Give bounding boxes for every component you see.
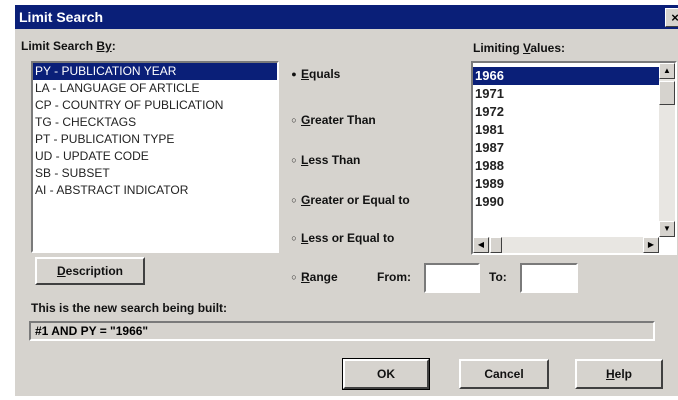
search-built-label: This is the new search being built: bbox=[31, 301, 228, 315]
field-list[interactable]: PY - PUBLICATION YEAR LA - LANGUAGE OF AR… bbox=[31, 61, 279, 253]
value-list-item[interactable]: 1972 bbox=[473, 103, 659, 121]
arrow-up-icon: ▲ bbox=[663, 66, 671, 75]
range-from-input[interactable] bbox=[424, 263, 480, 293]
scroll-right-button[interactable]: ▶ bbox=[643, 237, 659, 253]
to-label: To: bbox=[489, 270, 507, 284]
field-list-item[interactable]: PT - PUBLICATION TYPE bbox=[33, 131, 277, 148]
field-list-item[interactable]: UD - UPDATE CODE bbox=[33, 148, 277, 165]
cancel-button[interactable]: Cancel bbox=[459, 359, 549, 389]
vertical-scrollbar[interactable]: ▲ ▼ bbox=[659, 63, 675, 237]
value-list-item[interactable]: 1990 bbox=[473, 193, 659, 211]
field-list-item[interactable]: TG - CHECKTAGS bbox=[33, 114, 277, 131]
scroll-left-button[interactable]: ◀ bbox=[473, 237, 489, 253]
values-list[interactable]: 1966 1971 1972 1981 1987 1988 1989 1990 bbox=[473, 67, 659, 237]
radio-less-or-equal[interactable]: ○ Less or Equal to bbox=[290, 231, 394, 245]
radio-indicator: ○ bbox=[291, 155, 297, 165]
arrow-down-icon: ▼ bbox=[663, 224, 671, 233]
close-button[interactable]: × bbox=[665, 8, 678, 27]
ok-button[interactable]: OK bbox=[342, 358, 430, 390]
help-button[interactable]: Help bbox=[575, 359, 663, 389]
field-list-item[interactable]: PY - PUBLICATION YEAR bbox=[33, 63, 277, 80]
radio-indicator: ○ bbox=[291, 233, 297, 243]
value-list-item[interactable]: 1987 bbox=[473, 139, 659, 157]
radio-indicator: ○ bbox=[291, 195, 297, 205]
radio-equals[interactable]: ● Equals bbox=[290, 67, 340, 81]
title-bar: Limit Search × bbox=[15, 5, 678, 29]
value-list-item[interactable]: 1988 bbox=[473, 157, 659, 175]
radio-range[interactable]: ○ Range bbox=[290, 270, 337, 284]
arrow-right-icon: ▶ bbox=[647, 240, 655, 249]
value-list-item[interactable]: 1981 bbox=[473, 121, 659, 139]
radio-less-than[interactable]: ○ Less Than bbox=[290, 153, 360, 167]
from-label: From: bbox=[377, 270, 411, 284]
range-to-input[interactable] bbox=[520, 263, 578, 293]
limit-search-dialog: Limit Search × Limit Search By: PY - PUB… bbox=[14, 4, 678, 396]
close-icon: × bbox=[671, 10, 678, 25]
field-list-item[interactable]: AI - ABSTRACT INDICATOR bbox=[33, 182, 277, 199]
description-button[interactable]: Description bbox=[35, 257, 145, 285]
search-string-field: #1 AND PY = "1966" bbox=[29, 321, 655, 341]
radio-greater-or-equal[interactable]: ○ Greater or Equal to bbox=[290, 193, 409, 207]
limiting-values-listbox[interactable]: 1966 1971 1972 1981 1987 1988 1989 1990 ▲ ▼ ◀ ▶ bbox=[471, 61, 677, 255]
horizontal-scrollbar[interactable]: ◀ ▶ bbox=[473, 237, 659, 253]
value-list-item[interactable]: 1971 bbox=[473, 85, 659, 103]
field-list-item[interactable]: SB - SUBSET bbox=[33, 165, 277, 182]
arrow-left-icon: ◀ bbox=[477, 240, 485, 249]
radio-indicator: ● bbox=[291, 69, 297, 79]
field-list-item[interactable]: LA - LANGUAGE OF ARTICLE bbox=[33, 80, 277, 97]
dialog-title: Limit Search bbox=[19, 9, 104, 25]
scroll-down-button[interactable]: ▼ bbox=[659, 221, 675, 237]
limit-search-by-label: Limit Search By: bbox=[21, 39, 116, 53]
hscroll-thumb[interactable] bbox=[490, 237, 502, 253]
radio-greater-than[interactable]: ○ Greater Than bbox=[290, 113, 375, 127]
radio-indicator: ○ bbox=[291, 115, 297, 125]
scroll-thumb[interactable] bbox=[659, 81, 675, 105]
value-list-item[interactable]: 1989 bbox=[473, 175, 659, 193]
scroll-up-button[interactable]: ▲ bbox=[659, 63, 675, 79]
field-list-item[interactable]: CP - COUNTRY OF PUBLICATION bbox=[33, 97, 277, 114]
value-list-item[interactable]: 1966 bbox=[473, 67, 659, 85]
limiting-values-label: Limiting Values: bbox=[473, 41, 566, 55]
radio-indicator: ○ bbox=[291, 272, 297, 282]
